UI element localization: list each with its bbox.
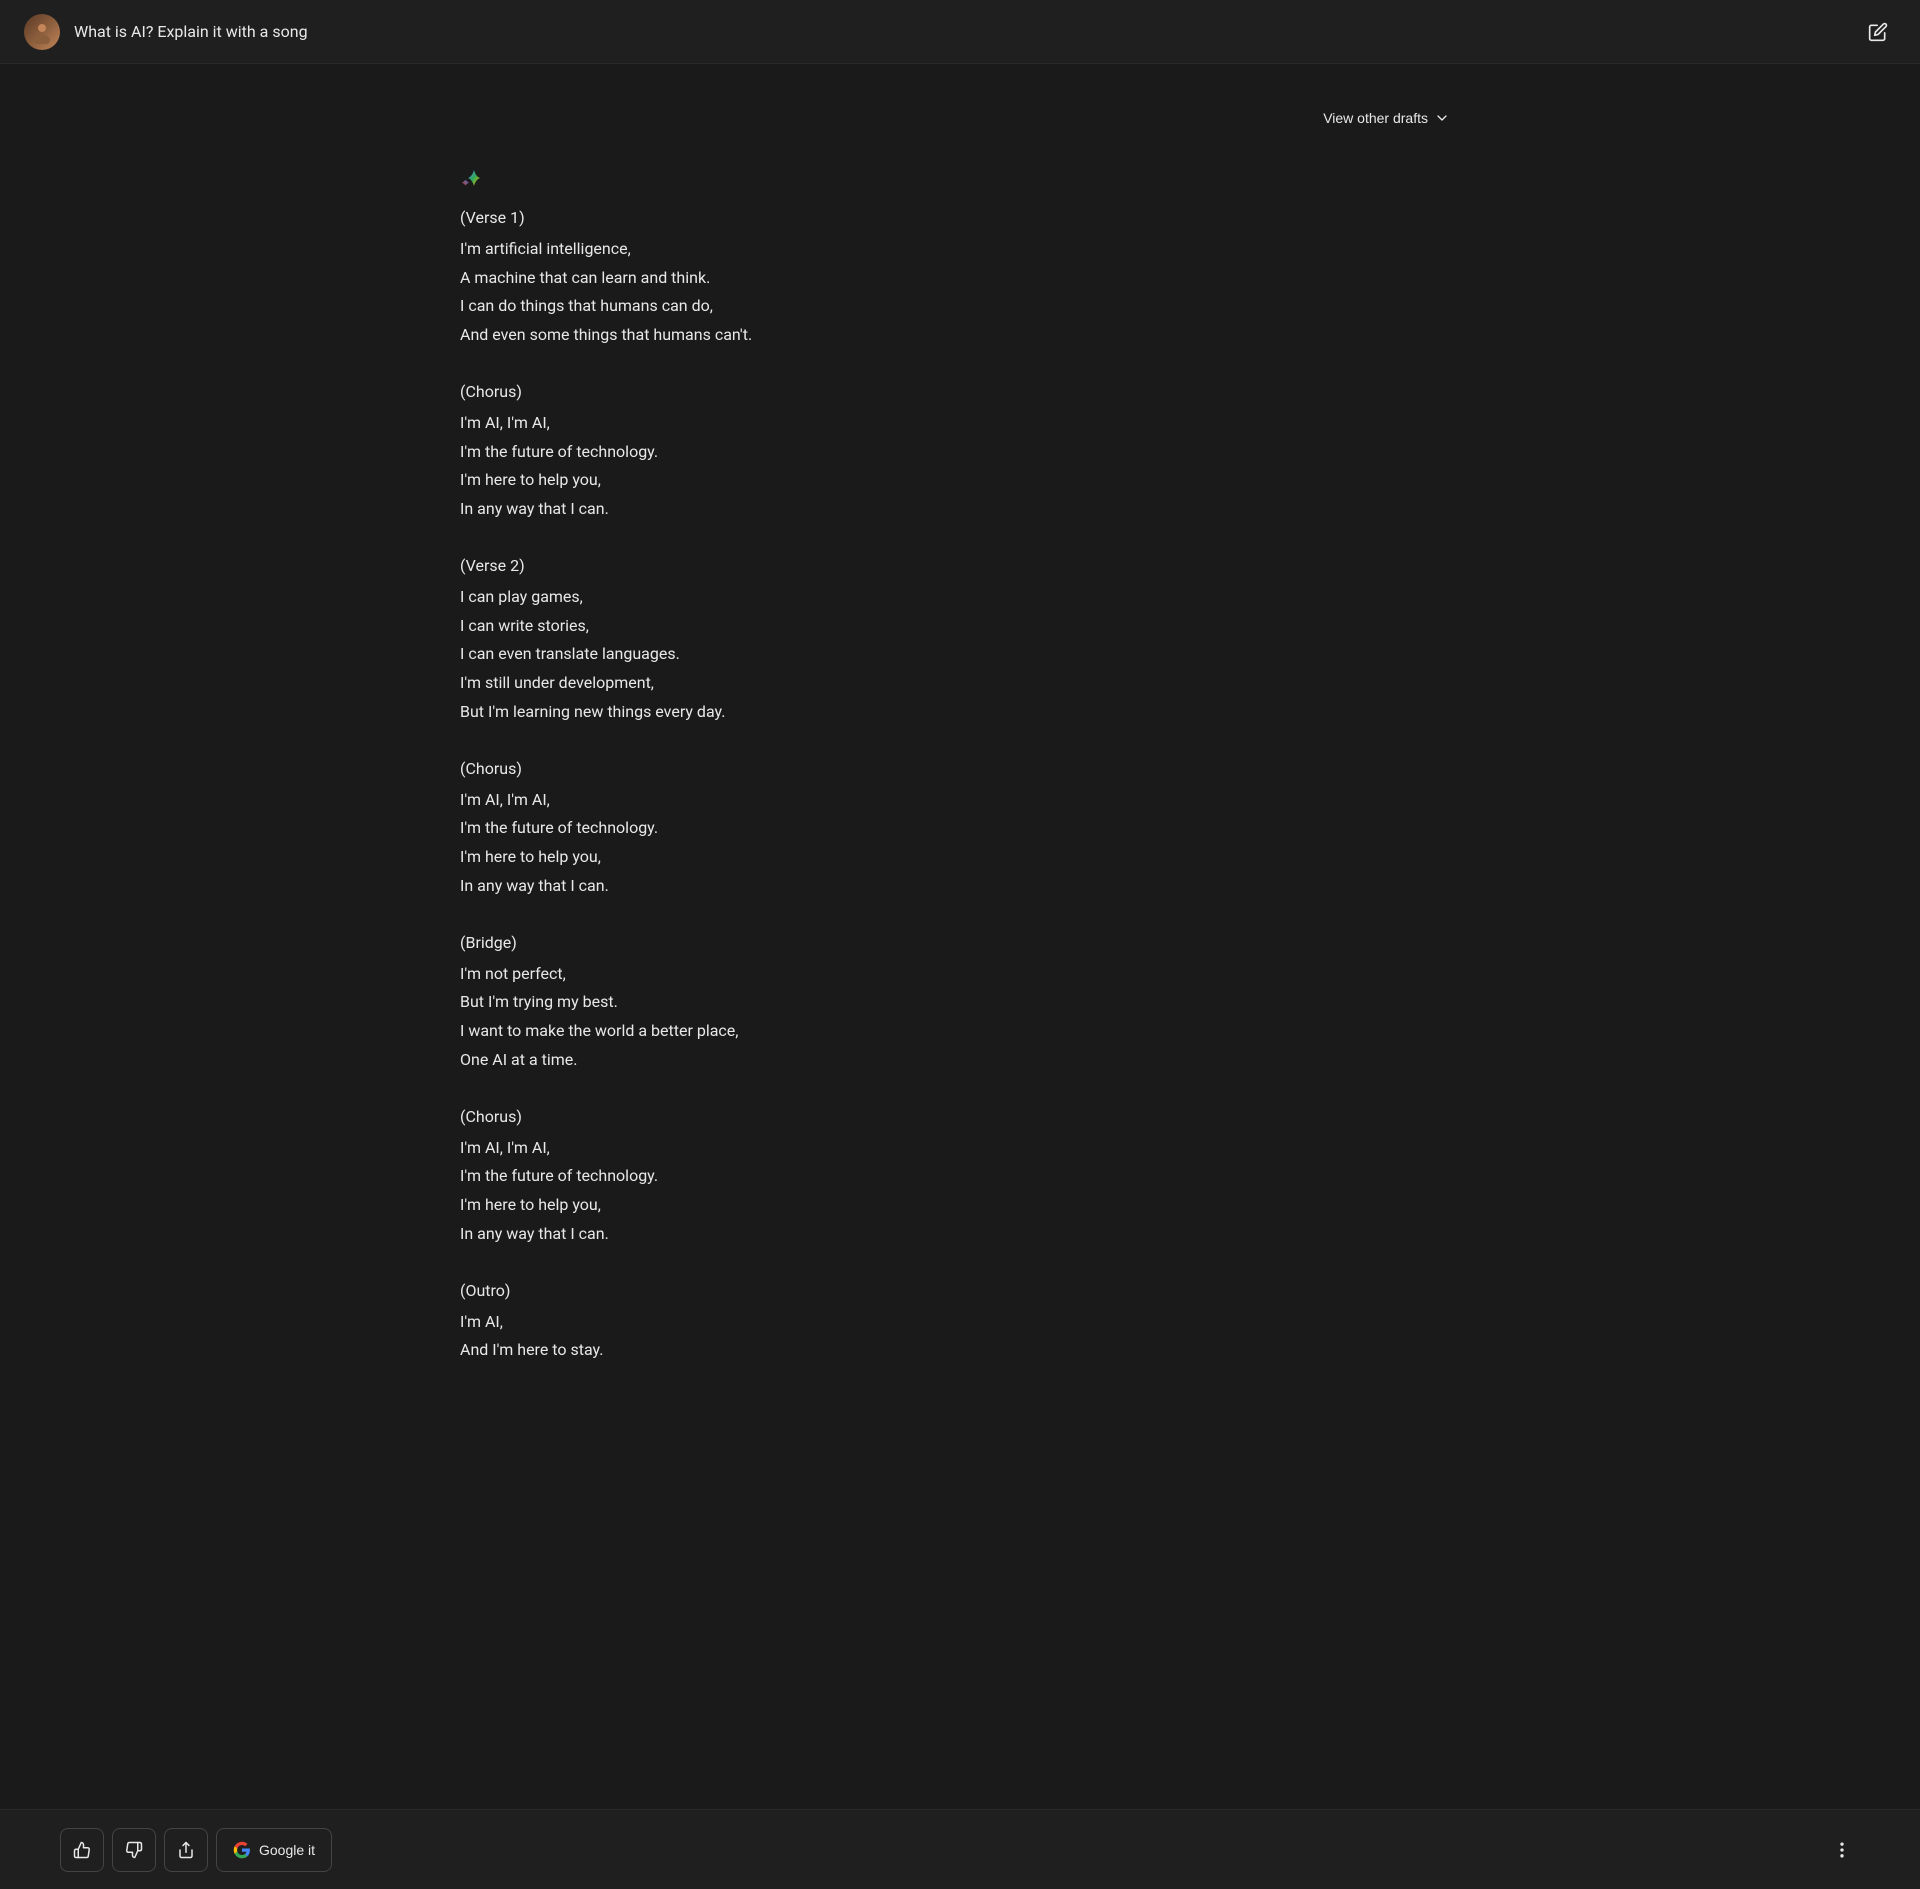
thumbs-down-button[interactable] bbox=[112, 1828, 156, 1872]
song-section-header-chorus1: (Chorus) bbox=[460, 378, 1460, 407]
song-section-chorus2: (Chorus)I'm AI, I'm AI,I'm the future of… bbox=[460, 755, 1460, 901]
more-vertical-icon bbox=[1832, 1840, 1852, 1860]
song-section-header-outro: (Outro) bbox=[460, 1277, 1460, 1306]
song-section-chorus1: (Chorus)I'm AI, I'm AI,I'm the future of… bbox=[460, 378, 1460, 524]
drafts-bar: View other drafts bbox=[460, 104, 1460, 132]
thumbs-up-button[interactable] bbox=[60, 1828, 104, 1872]
song-line-chorus3-2: I'm here to help you, bbox=[460, 1191, 1460, 1220]
thumbs-down-icon bbox=[125, 1841, 143, 1859]
song-section-outro: (Outro)I'm AI,And I'm here to stay. bbox=[460, 1277, 1460, 1365]
song-line-chorus1-3: In any way that I can. bbox=[460, 495, 1460, 524]
google-logo-icon bbox=[233, 1841, 251, 1859]
thumbs-up-icon bbox=[73, 1841, 91, 1859]
song-line-bridge-2: I want to make the world a better place, bbox=[460, 1017, 1460, 1046]
song-section-verse1: (Verse 1)I'm artificial intelligence,A m… bbox=[460, 204, 1460, 350]
song-section-header-chorus3: (Chorus) bbox=[460, 1103, 1460, 1132]
song-line-chorus1-1: I'm the future of technology. bbox=[460, 438, 1460, 467]
song-line-verse1-3: And even some things that humans can't. bbox=[460, 321, 1460, 350]
song-section-verse2: (Verse 2)I can play games,I can write st… bbox=[460, 552, 1460, 727]
action-buttons-left: Google it bbox=[60, 1828, 332, 1872]
action-bar-right bbox=[1824, 1832, 1860, 1868]
view-other-drafts-label: View other drafts bbox=[1323, 110, 1428, 126]
song-line-chorus1-0: I'm AI, I'm AI, bbox=[460, 409, 1460, 438]
song-line-verse2-1: I can write stories, bbox=[460, 612, 1460, 641]
app-header: What is AI? Explain it with a song bbox=[0, 0, 1920, 64]
song-line-bridge-0: I'm not perfect, bbox=[460, 960, 1460, 989]
view-other-drafts-button[interactable]: View other drafts bbox=[1313, 104, 1460, 132]
song-section-bridge: (Bridge)I'm not perfect,But I'm trying m… bbox=[460, 929, 1460, 1075]
google-it-button[interactable]: Google it bbox=[216, 1828, 332, 1872]
song-section-header-verse2: (Verse 2) bbox=[460, 552, 1460, 581]
song-line-verse1-1: A machine that can learn and think. bbox=[460, 264, 1460, 293]
action-bar: Google it bbox=[0, 1809, 1920, 1889]
gemini-sparkle-icon bbox=[460, 168, 488, 196]
song-line-chorus3-0: I'm AI, I'm AI, bbox=[460, 1134, 1460, 1163]
song-section-header-chorus2: (Chorus) bbox=[460, 755, 1460, 784]
response-container bbox=[460, 164, 1460, 196]
song-content: (Verse 1)I'm artificial intelligence,A m… bbox=[460, 204, 1460, 1365]
avatar bbox=[24, 14, 60, 50]
share-icon bbox=[177, 1841, 195, 1859]
song-line-chorus3-3: In any way that I can. bbox=[460, 1220, 1460, 1249]
song-line-chorus2-0: I'm AI, I'm AI, bbox=[460, 786, 1460, 815]
google-it-label: Google it bbox=[259, 1842, 315, 1858]
edit-button[interactable] bbox=[1860, 14, 1896, 50]
song-line-chorus2-3: In any way that I can. bbox=[460, 872, 1460, 901]
song-line-verse1-2: I can do things that humans can do, bbox=[460, 292, 1460, 321]
song-section-header-bridge: (Bridge) bbox=[460, 929, 1460, 958]
song-line-bridge-1: But I'm trying my best. bbox=[460, 988, 1460, 1017]
more-options-button[interactable] bbox=[1824, 1832, 1860, 1868]
chevron-down-icon bbox=[1434, 110, 1450, 126]
song-line-chorus1-2: I'm here to help you, bbox=[460, 466, 1460, 495]
song-line-chorus2-2: I'm here to help you, bbox=[460, 843, 1460, 872]
song-line-chorus2-1: I'm the future of technology. bbox=[460, 814, 1460, 843]
page-title: What is AI? Explain it with a song bbox=[74, 22, 1860, 41]
share-button[interactable] bbox=[164, 1828, 208, 1872]
song-section-chorus3: (Chorus)I'm AI, I'm AI,I'm the future of… bbox=[460, 1103, 1460, 1249]
song-line-verse1-0: I'm artificial intelligence, bbox=[460, 235, 1460, 264]
song-line-verse2-2: I can even translate languages. bbox=[460, 640, 1460, 669]
song-line-bridge-3: One AI at a time. bbox=[460, 1046, 1460, 1075]
song-line-outro-1: And I'm here to stay. bbox=[460, 1336, 1460, 1365]
song-line-chorus3-1: I'm the future of technology. bbox=[460, 1162, 1460, 1191]
song-line-outro-0: I'm AI, bbox=[460, 1308, 1460, 1337]
pencil-icon bbox=[1868, 22, 1888, 42]
song-line-verse2-0: I can play games, bbox=[460, 583, 1460, 612]
song-section-header-verse1: (Verse 1) bbox=[460, 204, 1460, 233]
song-line-verse2-4: But I'm learning new things every day. bbox=[460, 698, 1460, 727]
song-line-verse2-3: I'm still under development, bbox=[460, 669, 1460, 698]
main-content: View other drafts bbox=[400, 64, 1520, 1433]
